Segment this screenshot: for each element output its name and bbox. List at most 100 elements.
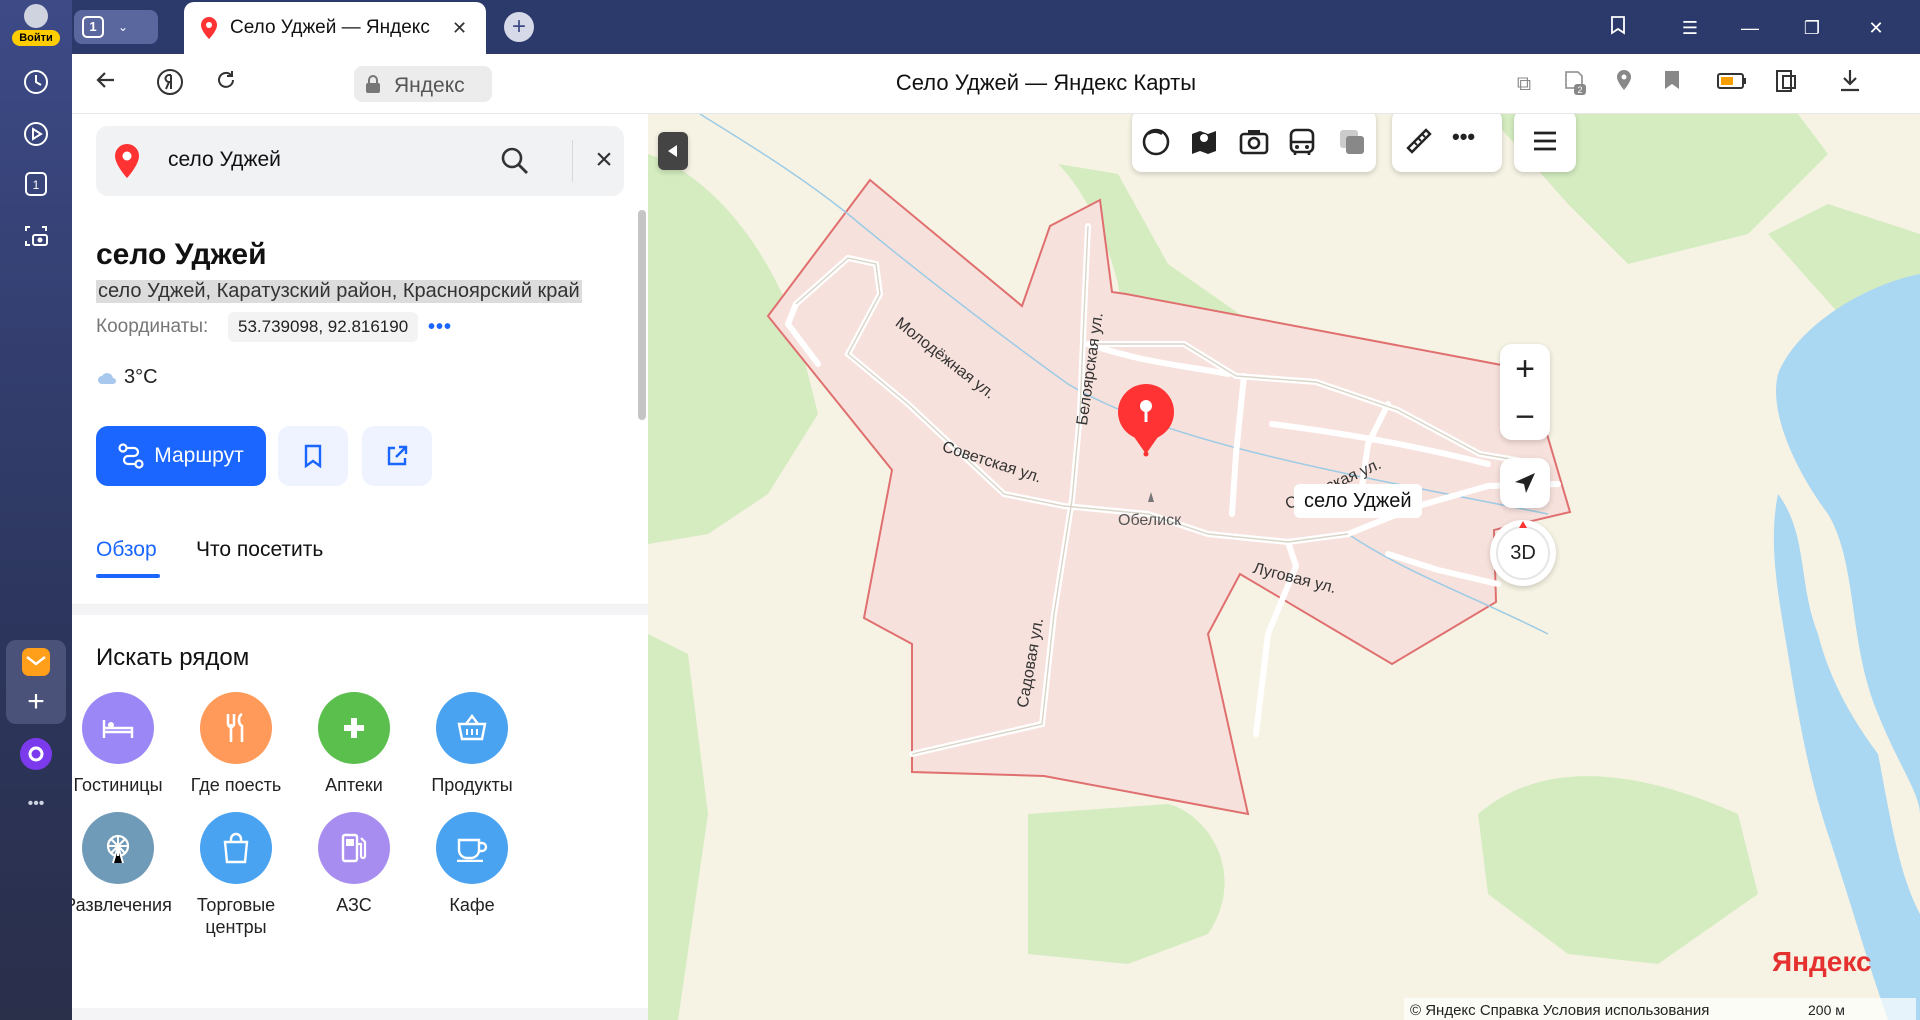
- minimize-icon[interactable]: —: [1736, 14, 1764, 42]
- place-panel: село Уджей × село Уджей село Уджей, Кара…: [72, 114, 648, 1020]
- more-icon[interactable]: •••: [18, 786, 54, 822]
- nearby-title: Искать рядом: [96, 644, 250, 671]
- forest-area: [648, 154, 818, 544]
- yandex-map-logo: Яндекс: [1772, 946, 1872, 977]
- compass-3d-button[interactable]: 3D: [1490, 520, 1556, 586]
- location-icon[interactable]: [1608, 68, 1640, 100]
- attribution-links[interactable]: © Яндекс Справка Условия использования: [1410, 1002, 1709, 1019]
- screenshot-icon[interactable]: [18, 218, 54, 254]
- extensions-icon[interactable]: 2: [1558, 68, 1590, 100]
- coordinates-more-button[interactable]: •••: [428, 312, 452, 342]
- map-menu-button[interactable]: [1514, 114, 1576, 172]
- collections-icon[interactable]: [1604, 14, 1632, 42]
- tab-active-indicator: [96, 574, 160, 578]
- ferris-wheel-icon: [82, 812, 154, 884]
- fork-knife-icon: [200, 692, 272, 764]
- bookmark-button[interactable]: [278, 426, 348, 486]
- battery-icon[interactable]: [1716, 68, 1748, 100]
- tabs-counter: 1: [33, 178, 40, 192]
- collapse-panel-button[interactable]: [658, 132, 688, 170]
- avatar: [24, 4, 48, 28]
- tab-what-to-visit[interactable]: Что посетить: [196, 538, 323, 562]
- tab-counter-button[interactable]: 1 ⌄: [74, 10, 158, 44]
- active-tab[interactable]: Село Уджей — Яндекс ✕: [184, 2, 486, 54]
- locate-button[interactable]: [1500, 458, 1550, 508]
- ruler-icon[interactable]: [1404, 126, 1434, 156]
- tab-count: 1: [82, 16, 104, 38]
- zoom-out-button[interactable]: −: [1500, 394, 1550, 440]
- map[interactable]: Молодёжная ул. Белоярская ул. Советская …: [648, 114, 1920, 1020]
- scale-label: 200 м: [1808, 1002, 1845, 1018]
- clear-search-icon[interactable]: ×: [588, 144, 620, 176]
- zoom-in-button[interactable]: +: [1500, 346, 1550, 392]
- address-bar: Яндекс Село Уджей — Яндекс Карты ⧉ 2: [72, 54, 1920, 114]
- category-groceries[interactable]: Продукты: [402, 692, 542, 796]
- extensions-badge: 2: [1577, 85, 1582, 95]
- layers-icon[interactable]: [1336, 126, 1368, 158]
- maps-pin-icon: [201, 17, 217, 39]
- add-icon[interactable]: +: [18, 684, 54, 720]
- search-box[interactable]: село Уджей ×: [96, 126, 624, 196]
- mail-icon[interactable]: [18, 644, 54, 680]
- cloud-icon: [98, 372, 116, 384]
- route-button[interactable]: Маршрут: [96, 426, 266, 486]
- browser-sidebar: Войти 1 + •••: [0, 0, 72, 1020]
- menu-icon[interactable]: ☰: [1676, 14, 1704, 42]
- search-input[interactable]: село Уджей: [168, 148, 281, 172]
- download-icon[interactable]: [1834, 68, 1866, 100]
- forest-area: [1478, 776, 1758, 964]
- page-title: Село Уджей — Яндекс Карты: [895, 70, 1197, 95]
- share-button[interactable]: [362, 426, 432, 486]
- category-label: Кафе: [449, 895, 495, 915]
- forest-area: [1028, 804, 1225, 964]
- restore-icon[interactable]: ❐: [1798, 14, 1826, 42]
- place-title: село Уджей: [96, 238, 267, 271]
- close-tab-icon[interactable]: ✕: [452, 18, 467, 39]
- sidepanel-icon[interactable]: [1770, 68, 1802, 100]
- pin-label[interactable]: село Уджей: [1294, 484, 1422, 518]
- poi-label-obelisk[interactable]: Обелиск: [1118, 512, 1181, 530]
- share-icon: [387, 445, 408, 466]
- three-d-label: 3D: [1510, 541, 1536, 564]
- translate-icon[interactable]: ⧉: [1508, 68, 1540, 100]
- category-label: Продукты: [431, 775, 513, 795]
- divider-band: [72, 1008, 648, 1020]
- compass-north-icon: [1519, 521, 1527, 528]
- tab-title: Село Уджей — Яндекс: [230, 17, 430, 38]
- tabs-icon[interactable]: 1: [18, 166, 54, 202]
- search-separator: [572, 140, 573, 182]
- transport-icon[interactable]: [1286, 126, 1318, 158]
- triangle-left-icon: [668, 145, 677, 157]
- more-tools-icon[interactable]: •••: [1452, 124, 1475, 150]
- new-tab-button[interactable]: +: [504, 12, 534, 42]
- fuel-icon: [318, 812, 390, 884]
- video-icon[interactable]: [18, 116, 54, 152]
- search-icon[interactable]: [498, 144, 532, 178]
- layers-icons: [1132, 114, 1376, 172]
- alice-icon[interactable]: [18, 736, 54, 772]
- route-label: Маршрут: [154, 444, 244, 467]
- chevron-down-icon: ⌄: [118, 20, 129, 34]
- close-window-icon[interactable]: ✕: [1862, 14, 1890, 42]
- photo-icon[interactable]: [1238, 126, 1270, 158]
- login-label: Войти: [12, 30, 60, 46]
- tools-toolbar: •••: [1392, 114, 1502, 172]
- history-icon[interactable]: [18, 64, 54, 100]
- cup-icon: [436, 812, 508, 884]
- cross-icon: [318, 692, 390, 764]
- panorama-icon[interactable]: [1188, 126, 1220, 158]
- bookmark-outline-icon: [304, 444, 322, 468]
- route-icon: [118, 443, 144, 469]
- place-address: село Уджей, Каратузский район, Красноярс…: [96, 280, 582, 303]
- category-cafe[interactable]: Кафе: [402, 812, 542, 916]
- coordinates-value[interactable]: 53.739098, 92.816190: [228, 312, 419, 342]
- panel-scrollbar[interactable]: [638, 210, 646, 420]
- forest-area: [648, 634, 708, 1020]
- divider-band: [72, 605, 648, 615]
- tab-overview[interactable]: Обзор: [96, 538, 157, 562]
- login-button[interactable]: Войти: [10, 4, 62, 50]
- bookmark-icon[interactable]: [1656, 68, 1688, 100]
- navigation-arrow-icon: [1515, 473, 1535, 493]
- scheme-icon[interactable]: [1140, 126, 1172, 158]
- weather: 3°C: [96, 366, 158, 389]
